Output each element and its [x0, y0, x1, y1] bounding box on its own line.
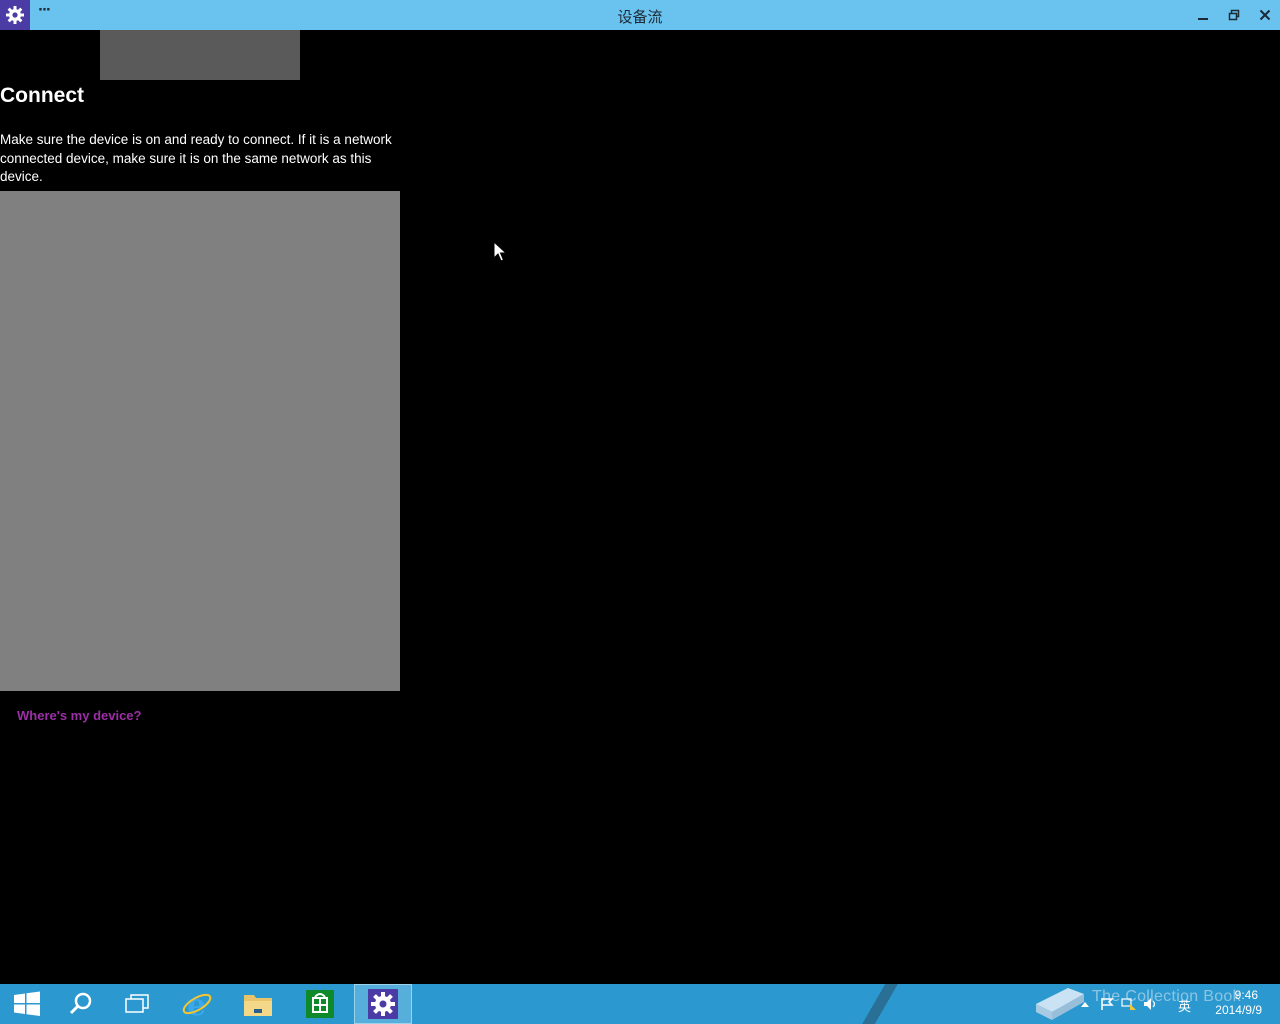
settings-icon — [368, 989, 398, 1019]
windows-logo-icon — [14, 991, 40, 1016]
device-list-panel[interactable] — [0, 191, 400, 691]
search-button[interactable] — [54, 984, 108, 1024]
volume-icon[interactable] — [1140, 984, 1162, 1024]
ime-indicator[interactable]: 英 — [1178, 996, 1191, 1015]
taskbar-decoration — [860, 984, 900, 1024]
svg-text:e: e — [187, 988, 206, 1020]
restore-button[interactable] — [1222, 4, 1246, 26]
wheres-my-device-link[interactable]: Where's my device? — [17, 708, 141, 723]
start-button[interactable] — [0, 984, 54, 1024]
connect-instructions: Make sure the device is on and ready to … — [0, 132, 392, 184]
chevron-up-icon — [1081, 1002, 1089, 1007]
clock-date: 2014/9/9 — [1215, 1003, 1262, 1017]
minimize-icon — [1198, 18, 1208, 20]
restore-icon — [1228, 9, 1240, 21]
page-title: Connect — [0, 84, 84, 107]
system-tray — [1074, 984, 1162, 1024]
window-title: 设备流 — [617, 8, 663, 26]
search-icon — [69, 992, 92, 1015]
network-icon[interactable] — [1118, 984, 1140, 1024]
store-icon — [306, 990, 334, 1018]
task-view-icon — [125, 994, 149, 1013]
clock-time: 9:46 — [1234, 988, 1258, 1002]
file-explorer-button[interactable] — [231, 984, 285, 1024]
show-hidden-icons-button[interactable] — [1074, 984, 1096, 1024]
internet-explorer-icon: e — [182, 988, 212, 1020]
action-center-icon[interactable] — [1096, 984, 1118, 1024]
mouse-cursor-icon — [493, 241, 507, 262]
internet-explorer-button[interactable]: e — [170, 984, 224, 1024]
task-view-button[interactable] — [110, 984, 164, 1024]
minimize-button[interactable] — [1191, 4, 1215, 26]
close-icon — [1259, 9, 1271, 21]
title-bar: ··· 设备流 — [0, 0, 1280, 30]
close-button[interactable] — [1253, 4, 1277, 26]
clock[interactable]: 9:46 2014/9/9 — [1200, 988, 1270, 1018]
file-explorer-icon — [244, 995, 272, 1016]
settings-taskbar-button[interactable] — [354, 984, 412, 1024]
store-button[interactable] — [293, 984, 347, 1024]
device-thumbnail-placeholder — [100, 30, 300, 80]
